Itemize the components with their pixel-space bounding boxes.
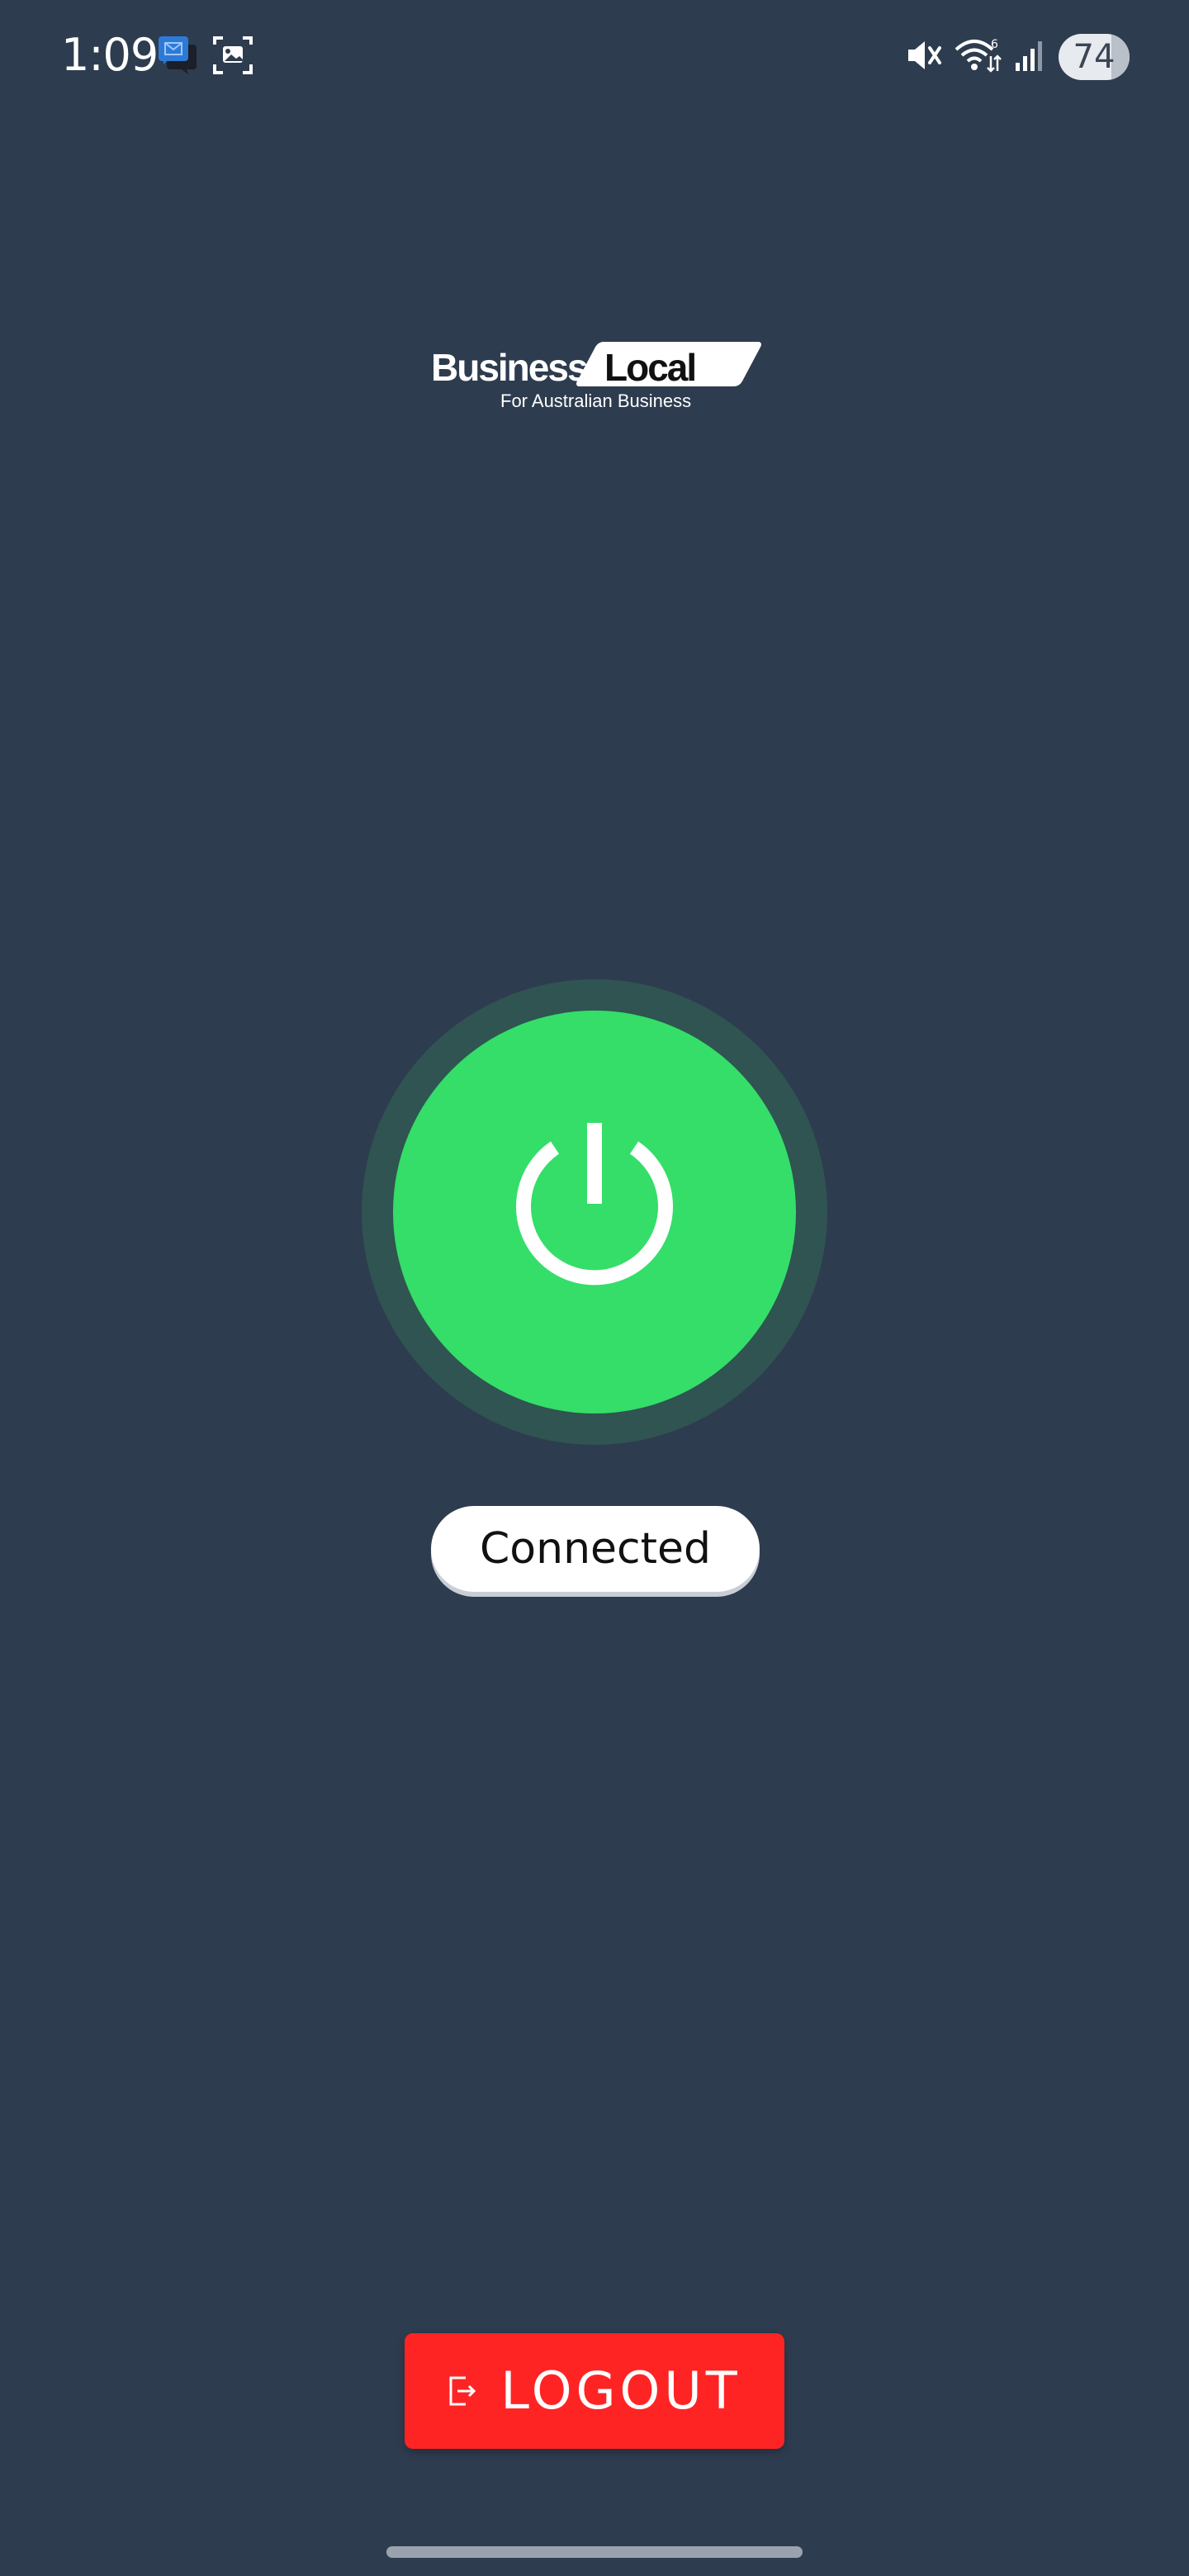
logo-brand-second: Local	[604, 346, 697, 389]
status-time: 1:09	[61, 29, 159, 81]
svg-text:6: 6	[991, 38, 998, 51]
logout-button[interactable]: LOGOUT	[405, 2333, 784, 2449]
connection-status-text: Connected	[479, 1524, 711, 1574]
connection-status-badge: Connected	[431, 1506, 760, 1592]
business-local-logo: Business Local For Australian Business	[429, 339, 764, 421]
mute-icon	[905, 36, 943, 78]
system-icons: 6 74	[905, 31, 1130, 83]
screenshot-icon	[211, 33, 254, 80]
notification-icons	[157, 33, 254, 79]
status-bar: 1:09 6 74	[0, 0, 1189, 111]
wifi-icon: 6	[955, 36, 1002, 78]
battery-icon: 74	[1059, 34, 1130, 80]
logout-icon	[449, 2376, 476, 2406]
logo-tagline: For Australian Business	[500, 391, 692, 411]
signal-icon	[1014, 36, 1047, 78]
message-icon	[157, 33, 200, 80]
home-indicator[interactable]	[386, 2546, 803, 2558]
power-toggle-button[interactable]	[393, 1011, 796, 1413]
logo-brand-first: Business	[431, 346, 589, 389]
battery-level: 74	[1073, 38, 1116, 76]
logout-label: LOGOUT	[500, 2361, 741, 2421]
power-icon	[516, 1123, 673, 1286]
